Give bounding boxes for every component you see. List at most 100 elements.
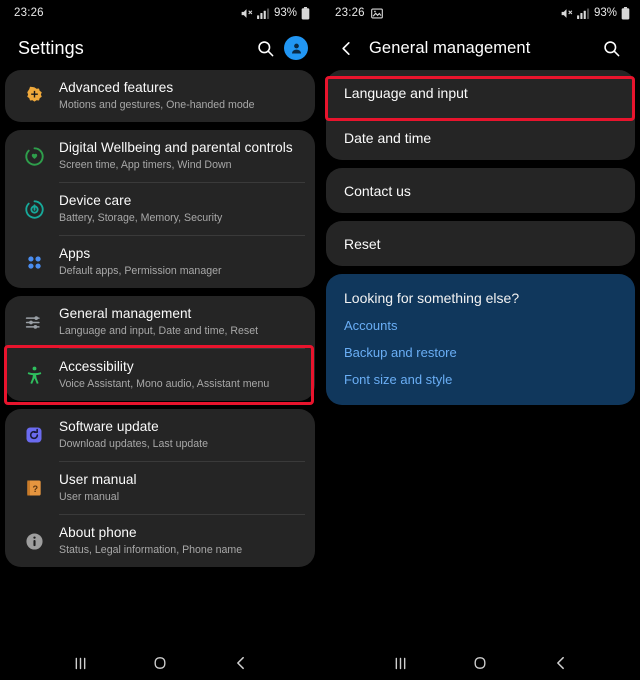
digital-wellbeing-icon — [17, 139, 51, 173]
list-item-subtitle: Download updates, Last update — [59, 437, 209, 450]
settings-card: Advanced features Motions and gestures, … — [5, 70, 315, 122]
signal-bars-icon — [257, 7, 270, 19]
list-item-title: Advanced features — [59, 80, 174, 96]
right-status-bar: 23:26 93% — [321, 0, 640, 26]
list-item-label: Language and input — [344, 84, 468, 101]
list-item-language-and-input[interactable]: Language and input — [326, 70, 635, 115]
software-update-icon — [17, 418, 51, 452]
user-manual-icon: ? — [17, 471, 51, 505]
status-right-group: 93% — [560, 6, 630, 20]
settings-card: Contact us — [326, 168, 635, 213]
advanced-features-icon — [17, 79, 51, 113]
list-item-label: Reset — [344, 235, 381, 252]
recents-icon[interactable] — [60, 648, 100, 678]
list-item-title: User manual — [59, 472, 137, 488]
list-item-subtitle: Battery, Storage, Memory, Security — [59, 211, 223, 224]
back-icon[interactable] — [540, 648, 580, 678]
battery-percent-label: 93% — [273, 7, 297, 19]
account-avatar-icon[interactable] — [284, 36, 308, 60]
list-item-accessibility[interactable]: Accessibility Voice Assistant, Mono audi… — [5, 349, 315, 401]
list-item-text: Apps Default apps, Permission manager — [59, 246, 222, 278]
list-item-subtitle: Language and input, Date and time, Reset — [59, 324, 259, 337]
home-icon[interactable] — [460, 648, 500, 678]
home-icon[interactable] — [140, 648, 180, 678]
list-item-subtitle: Screen time, App timers, Wind Down — [59, 158, 232, 171]
info-link-font-size-and-style[interactable]: Font size and style — [344, 372, 617, 387]
page-title: Settings — [18, 37, 84, 58]
accessibility-icon — [17, 358, 51, 392]
list-item-text: User manual User manual — [59, 472, 137, 504]
list-item-apps[interactable]: Apps Default apps, Permission manager — [5, 236, 315, 288]
list-item-advanced-features[interactable]: Advanced features Motions and gestures, … — [5, 70, 315, 122]
settings-card: Language and input Date and time — [326, 70, 635, 160]
list-item-title: Accessibility — [59, 359, 134, 375]
left-navigation-bar — [0, 646, 320, 680]
list-item-title: Apps — [59, 246, 91, 262]
list-item-subtitle: Status, Legal information, Phone name — [59, 543, 243, 556]
svg-text:?: ? — [33, 484, 39, 494]
list-item-title: Device care — [59, 193, 132, 209]
list-item-title: Software update — [59, 419, 159, 435]
about-phone-icon — [17, 524, 51, 558]
status-right-group: 93% — [240, 6, 310, 20]
mute-icon — [560, 7, 573, 20]
info-card-heading: Looking for something else? — [344, 290, 520, 306]
list-item-general-management[interactable]: General management Language and input, D… — [5, 296, 315, 348]
left-status-bar: 23:26 93% — [0, 0, 320, 26]
left-app-bar: Settings — [0, 26, 320, 70]
looking-for-something-else-card: Looking for something else? Accounts Bac… — [326, 274, 635, 405]
list-item-text: Advanced features Motions and gestures, … — [59, 80, 255, 112]
battery-icon — [301, 6, 310, 20]
search-icon[interactable] — [248, 31, 282, 65]
recents-icon[interactable] — [381, 648, 421, 678]
info-link-accounts[interactable]: Accounts — [344, 318, 617, 333]
list-item-text: Software update Download updates, Last u… — [59, 419, 208, 451]
list-item-digital-wellbeing[interactable]: Digital Wellbeing and parental controls … — [5, 130, 315, 182]
list-item-device-care[interactable]: Device care Battery, Storage, Memory, Se… — [5, 183, 315, 235]
list-item-text: General management Language and input, D… — [59, 306, 258, 338]
battery-icon — [621, 6, 630, 20]
right-navigation-bar — [321, 646, 640, 680]
list-item-subtitle: Default apps, Permission manager — [59, 264, 222, 277]
list-item-date-and-time[interactable]: Date and time — [326, 115, 635, 160]
left-phone-screen: 23:26 93% Settings Advanced features Mot… — [0, 0, 320, 680]
list-item-subtitle: Voice Assistant, Mono audio, Assistant m… — [59, 377, 270, 390]
list-item-title: General management — [59, 306, 192, 322]
list-item-text: About phone Status, Legal information, P… — [59, 525, 242, 557]
list-item-subtitle: User manual — [59, 490, 120, 503]
list-item-text: Accessibility Voice Assistant, Mono audi… — [59, 359, 269, 391]
right-phone-screen: 23:26 93% General management Language an… — [320, 0, 640, 680]
list-item-subtitle: Motions and gestures, One-handed mode — [59, 98, 255, 111]
general-management-icon — [17, 305, 51, 339]
list-item-text: Digital Wellbeing and parental controls … — [59, 140, 293, 172]
list-item-title: Digital Wellbeing and parental controls — [59, 140, 293, 156]
list-item-about-phone[interactable]: About phone Status, Legal information, P… — [5, 515, 315, 567]
list-item-reset[interactable]: Reset — [326, 221, 635, 266]
signal-bars-icon — [577, 7, 590, 19]
list-item-user-manual[interactable]: ? User manual User manual — [5, 462, 315, 514]
status-left-group: 23:26 — [14, 7, 44, 19]
right-app-bar: General management — [321, 26, 640, 70]
status-left-group: 23:26 — [335, 7, 383, 19]
page-title: General management — [369, 38, 531, 57]
list-item-software-update[interactable]: Software update Download updates, Last u… — [5, 409, 315, 461]
right-settings-list: Language and input Date and time Contact… — [321, 70, 640, 266]
status-time: 23:26 — [14, 7, 44, 19]
battery-percent-label: 93% — [593, 7, 617, 19]
settings-card: General management Language and input, D… — [5, 296, 315, 401]
back-icon[interactable] — [220, 648, 260, 678]
settings-card: Reset — [326, 221, 635, 266]
dual-screenshot-container: 23:26 93% Settings Advanced features Mot… — [0, 0, 640, 680]
list-item-text: Device care Battery, Storage, Memory, Se… — [59, 193, 222, 225]
apps-icon — [17, 245, 51, 279]
list-item-contact-us[interactable]: Contact us — [326, 168, 635, 213]
screenshot-image-icon — [370, 7, 383, 19]
search-icon[interactable] — [594, 31, 628, 65]
list-item-label: Date and time — [344, 129, 432, 146]
list-item-title: About phone — [59, 525, 137, 541]
settings-card: Software update Download updates, Last u… — [5, 409, 315, 567]
back-arrow-icon[interactable] — [331, 31, 361, 65]
list-item-label: Contact us — [344, 182, 411, 199]
info-link-backup-and-restore[interactable]: Backup and restore — [344, 345, 617, 360]
device-care-icon — [17, 192, 51, 226]
